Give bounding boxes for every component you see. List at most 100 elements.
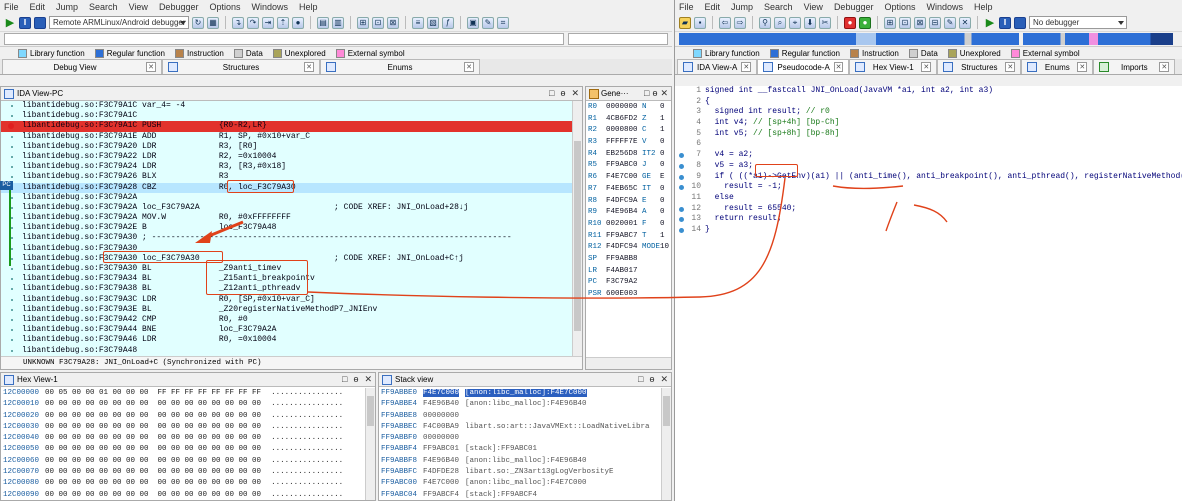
flag-value[interactable]: 0 <box>660 208 665 216</box>
disasm-line[interactable]: libantidebug.so:F3C79A42 CMP R0, #0 <box>1 315 582 325</box>
disasm-line[interactable]: libantidebug.so:F3C79A26 BLX R3 <box>1 172 582 182</box>
names-icon[interactable]: ▧ <box>427 16 439 29</box>
register-row[interactable]: R8 F4DFC9A E 0 <box>586 196 671 208</box>
breakpoint-icon[interactable] <box>8 123 14 130</box>
graph-icon[interactable]: ⊞ <box>884 16 896 29</box>
pseudocode-line[interactable]: 6 <box>675 139 1182 150</box>
debugger-select[interactable]: Remote ARMLinux/Android debugger <box>49 16 189 29</box>
pseudocode-line[interactable]: 11 else <box>675 193 1182 204</box>
float-icon[interactable]: ɵ <box>649 374 654 385</box>
menu-item[interactable]: Edit <box>705 2 721 12</box>
forward-icon[interactable]: ⇨ <box>734 16 746 29</box>
register-row[interactable]: R9 F4E96B4 A 0 <box>586 207 671 219</box>
flag-value[interactable]: 0 <box>660 150 665 158</box>
disasm-line[interactable]: libantidebug.so:F3C79A20 LDR R3, [R0] <box>1 142 582 152</box>
register-value[interactable]: F4E7C00 <box>606 172 642 184</box>
menu-item[interactable]: Options <box>884 2 915 12</box>
code-text[interactable]: } <box>705 225 710 234</box>
menu-item[interactable]: File <box>4 2 19 12</box>
pseudocode-line[interactable]: 9 if ( ((*a1)->GetEnv)(a1) || (anti_time… <box>675 172 1182 183</box>
stack-value[interactable]: F4E7C000 <box>423 389 460 397</box>
run-to-cursor-icon[interactable]: ⇥ <box>262 16 274 29</box>
close-db-icon[interactable]: ✕ <box>959 16 971 29</box>
close-icon[interactable]: ✕ <box>741 62 752 72</box>
pause-icon[interactable]: ‖ <box>19 16 31 29</box>
hex-row[interactable]: 12C00000 00 05 00 00 01 00 00 00 FF FF FF… <box>1 388 375 399</box>
pseudocode-line[interactable]: 12 result = 65540; <box>675 204 1182 215</box>
disasm-line[interactable]: libantidebug.so:F3C79A30 ; -------------… <box>1 233 582 243</box>
hex-row[interactable]: 12C00020 00 00 00 00 00 00 00 00 00 00 00… <box>1 411 375 422</box>
pseudocode-line[interactable]: 1 signed int __fastcall JNI_OnLoad(JavaVM… <box>675 86 1182 97</box>
disasm-line[interactable]: libantidebug.so:F3C79A22 LDR R2, =0x1000… <box>1 152 582 162</box>
disasm-line[interactable]: libantidebug.so:F3C79A2A MOV.W R0, #0xFF… <box>1 213 582 223</box>
close-icon[interactable]: ✕ <box>660 374 668 385</box>
edit-icon[interactable]: ✎ <box>944 16 956 29</box>
register-value[interactable]: FF9ABC7 <box>606 231 642 243</box>
disasm-line[interactable]: libantidebug.so:F3C79A44 BNE loc_F3C79A2… <box>1 325 582 335</box>
tab-structures[interactable]: Structures ✕ <box>162 59 320 74</box>
close-icon[interactable]: ✕ <box>833 62 844 72</box>
search-icon[interactable]: ⚲ <box>759 16 771 29</box>
disasm-line[interactable]: libantidebug.so:F3C79A1E ADD R1, SP, #0x… <box>1 132 582 142</box>
register-row[interactable]: R5 FF9ABC0 J 0 <box>586 160 671 172</box>
xrefs-icon[interactable]: ⊞ <box>357 16 369 29</box>
register-row[interactable]: R6 F4E7C00 GE E <box>586 172 671 184</box>
menu-item[interactable]: Jump <box>731 2 753 12</box>
tab-debug-view[interactable]: Debug View ✕ <box>2 59 162 74</box>
menu-item[interactable]: Windows <box>252 2 289 12</box>
register-row[interactable]: PSR 600E003 <box>586 289 671 301</box>
float-icon[interactable]: ɵ <box>353 374 358 385</box>
green-circle-icon[interactable]: ● <box>859 16 871 29</box>
stack-row[interactable]: FF9ABBFC F4DFDE28 libart.so:_ZN3art13gLogV… <box>379 467 671 478</box>
hex-row[interactable]: 12C00040 00 00 00 00 00 00 00 00 00 00 00… <box>1 433 375 444</box>
stack-row[interactable]: FF9ABC00 F4E7C000 [anon:libc_malloc]:F4E7C… <box>379 478 671 489</box>
close-icon[interactable]: ✕ <box>364 374 372 385</box>
disasm-line[interactable]: libantidebug.so:F3C79A2A loc_F3C79A2A ; … <box>1 203 582 213</box>
menu-item[interactable]: View <box>804 2 823 12</box>
register-value[interactable]: F4EB65C <box>606 184 642 196</box>
code-text[interactable]: v4 = a2; <box>705 150 753 159</box>
hex-row[interactable]: 12C00090 00 00 00 00 00 00 00 00 00 00 00… <box>1 490 375 500</box>
close-icon[interactable]: ✕ <box>304 62 314 72</box>
disasm-line[interactable]: libantidebug.so:F3C79A30 BL _Z9anti_time… <box>1 264 582 274</box>
register-value[interactable]: FFFFF7E <box>606 137 642 149</box>
register-row[interactable]: R3 FFFFF7E V 0 <box>586 137 671 149</box>
tab-enums[interactable]: Enums ✕ <box>1021 59 1094 74</box>
menu-item[interactable]: Debugger <box>834 2 874 12</box>
breakpoints-icon[interactable]: ● <box>292 16 304 29</box>
register-value[interactable]: FF9ABC0 <box>606 160 642 172</box>
close-icon[interactable]: ✕ <box>1159 62 1170 72</box>
disasm-line[interactable]: libantidebug.so:F3C79A34 BL _Z15anti_bre… <box>1 274 582 284</box>
stack-value[interactable]: FF9ABC01 <box>423 445 459 453</box>
flag-value[interactable]: 0 <box>660 197 665 205</box>
stack-value[interactable]: F4C00BA9 <box>423 423 459 431</box>
stack-value[interactable]: 00000000 <box>423 434 459 442</box>
pseudocode-line[interactable]: 2{ <box>675 97 1182 108</box>
register-row[interactable]: LR F4AB017 <box>586 266 671 278</box>
play-icon[interactable]: ▶ <box>4 17 16 29</box>
text-view-icon[interactable]: ▥ <box>332 16 344 29</box>
register-row[interactable]: SP FF9ABB8 <box>586 254 671 266</box>
hex-bytes[interactable]: 00 00 00 00 00 00 00 00 00 00 00 00 00 0… <box>45 400 261 408</box>
hex-row[interactable]: 12C00050 00 00 00 00 00 00 00 00 00 00 00… <box>1 444 375 455</box>
register-value[interactable]: 0000000 <box>606 102 642 114</box>
disasm-line[interactable]: libantidebug.so:F3C79A1C var_4= -4 <box>1 101 582 111</box>
stack-row[interactable]: FF9ABC04 FF9ABCF4 [stack]:FF9ABCF4 <box>379 490 671 500</box>
close-icon[interactable]: ✕ <box>146 62 156 72</box>
pseudocode-line[interactable]: 7 v4 = a2; <box>675 150 1182 161</box>
hex-row[interactable]: 12C00030 00 00 00 00 00 00 00 00 00 00 00… <box>1 422 375 433</box>
code-text[interactable]: if ( ((*a1)->GetEnv)(a1) || (anti_time()… <box>705 172 1182 181</box>
code-text[interactable]: result = -1; <box>705 182 782 191</box>
tab-pseudocode-a[interactable]: Pseudocode-A ✕ <box>757 59 850 74</box>
stack-row[interactable]: FF9ABBE4 F4E96B40 [anon:libc_malloc]:F4E96… <box>379 399 671 410</box>
stack-row[interactable]: FF9ABBEC F4C00BA9 libart.so:art::JavaVMExt… <box>379 422 671 433</box>
register-list[interactable]: R0 0000000 N 0 R1 4CB6FD2 Z 1 R2 0000800 C 1 R3 FFFFF… <box>586 102 671 354</box>
navigation-band[interactable] <box>0 32 672 47</box>
register-row[interactable]: R2 0000800 C 1 <box>586 125 671 138</box>
stop-icon[interactable] <box>34 16 46 29</box>
stack-row[interactable]: FF9ABBF4 FF9ABC01 [stack]:FF9ABC01 <box>379 444 671 455</box>
disasm-line[interactable]: libantidebug.so:F3C79A2A <box>1 193 582 203</box>
close-icon[interactable]: ✕ <box>921 62 932 72</box>
menu-item[interactable]: View <box>129 2 148 12</box>
hex-bytes[interactable]: 00 00 00 00 00 00 00 00 00 00 00 00 00 0… <box>45 479 261 487</box>
